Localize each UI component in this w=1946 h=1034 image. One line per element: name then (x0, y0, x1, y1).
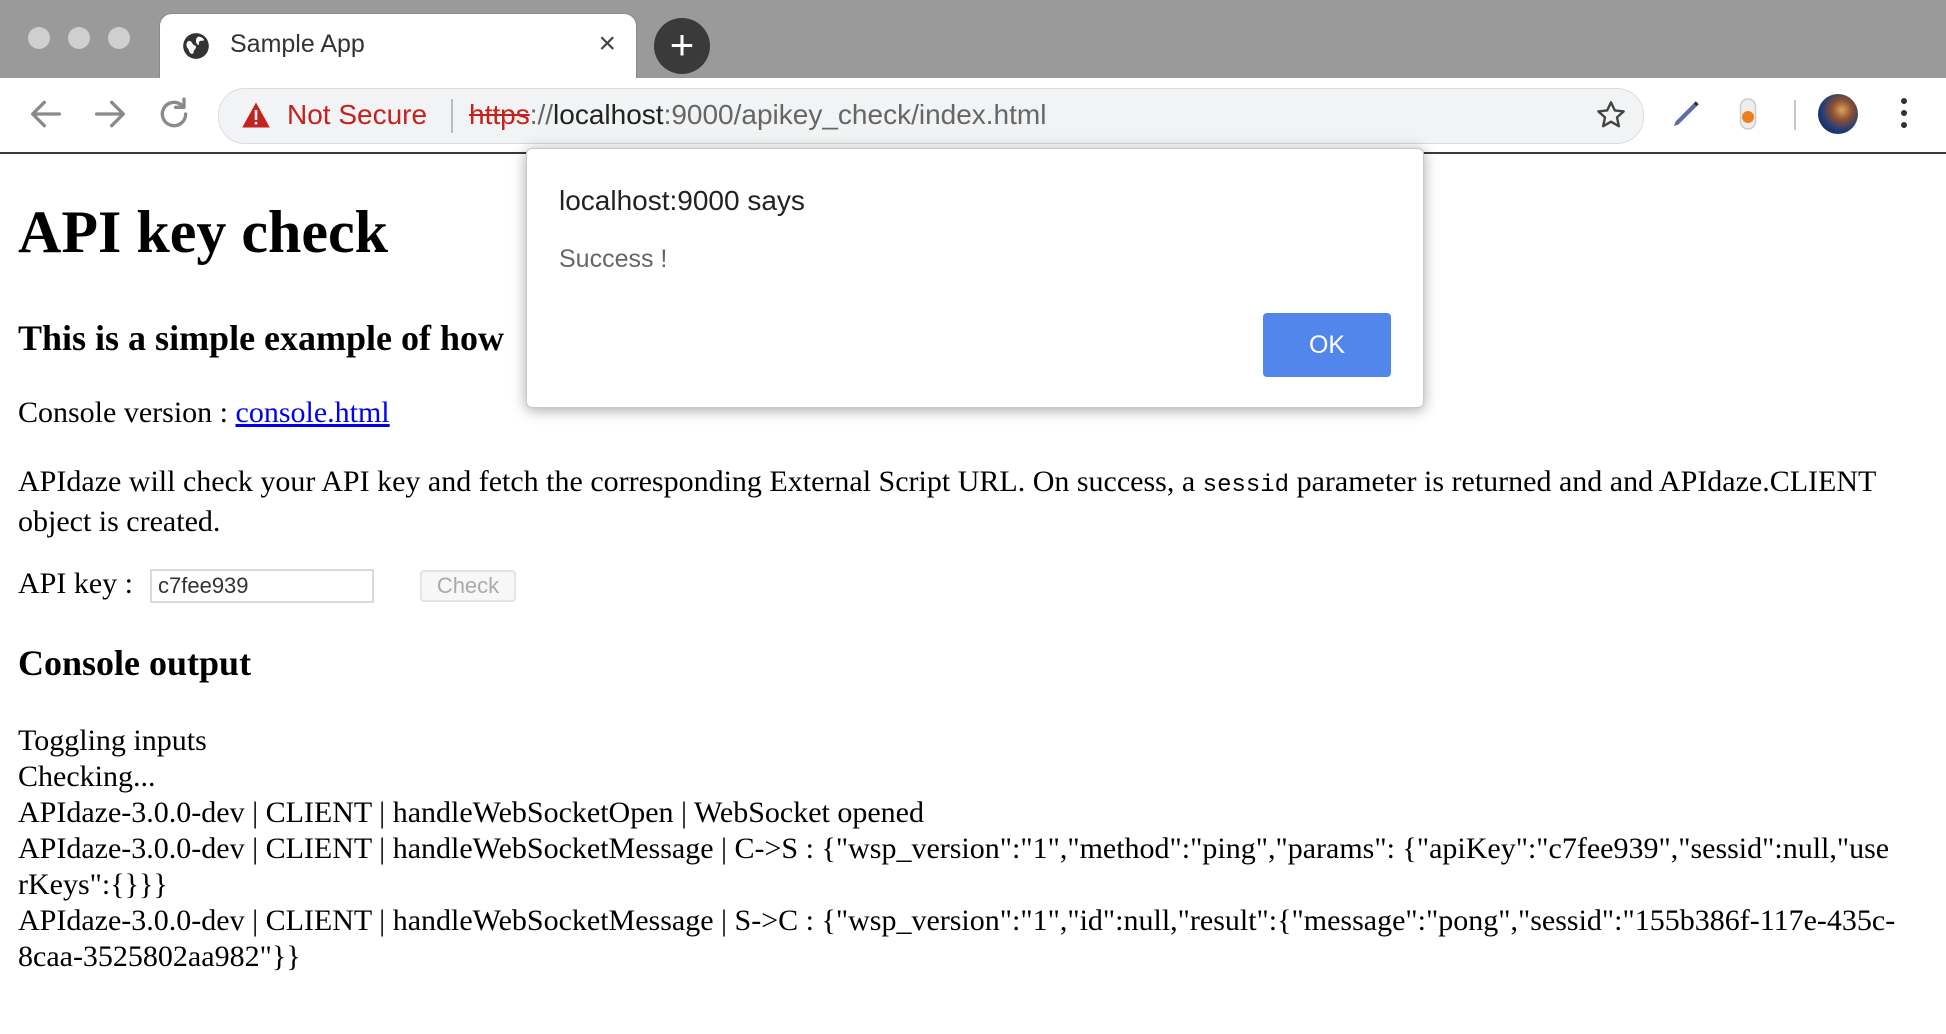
console-version-label: Console version : (18, 396, 236, 429)
tab-close-icon[interactable]: × (598, 27, 616, 61)
url-separator: :// (529, 99, 554, 130)
warning-icon (242, 102, 270, 128)
security-label[interactable]: Not Secure (287, 99, 427, 131)
console-log: Toggling inputs Checking... APIdaze-3.0.… (18, 723, 1898, 975)
dialog-message: Success ! (559, 245, 668, 273)
url-host: localhost (553, 99, 664, 130)
reload-icon[interactable] (154, 94, 194, 134)
globe-icon (183, 33, 209, 59)
check-button[interactable]: Check (420, 570, 516, 602)
address-bar[interactable]: Not Secure https://localhost:9000/apikey… (218, 88, 1644, 144)
toolbar-separator (1794, 100, 1796, 130)
console-link[interactable]: console.html (236, 396, 390, 429)
console-version-line: Console version : console.html (18, 396, 390, 430)
tab-title: Sample App (230, 30, 365, 58)
new-tab-button[interactable]: + (654, 18, 710, 74)
page-title: API key check (18, 199, 388, 265)
dialog-title: localhost:9000 says (559, 185, 805, 216)
profile-avatar[interactable] (1818, 94, 1858, 134)
log-line: APIdaze-3.0.0-dev | CLIENT | handleWebSo… (18, 832, 1890, 901)
pen-extension-icon[interactable] (1668, 96, 1704, 132)
menu-kebab-icon[interactable] (1898, 98, 1910, 134)
url-scheme: https (469, 99, 530, 130)
alert-dialog: localhost:9000 says Success ! OK (526, 148, 1424, 408)
close-window-button[interactable] (28, 27, 50, 49)
log-line: Checking... (18, 760, 156, 793)
url-text: https://localhost:9000/apikey_check/inde… (469, 99, 1046, 131)
ok-button[interactable]: OK (1263, 313, 1391, 377)
description: APIdaze will check your API key and fetc… (18, 464, 1878, 540)
maximize-window-button[interactable] (108, 27, 130, 49)
log-line: APIdaze-3.0.0-dev | CLIENT | handleWebSo… (18, 904, 1896, 973)
back-arrow-icon[interactable] (26, 94, 66, 134)
browser-toolbar: Not Secure https://localhost:9000/apikey… (0, 78, 1946, 154)
console-output-heading: Console output (18, 643, 252, 683)
api-key-input[interactable]: c7fee939 (150, 569, 374, 603)
page-subtitle: This is a simple example of how (18, 318, 505, 358)
log-line: APIdaze-3.0.0-dev | CLIENT | handleWebSo… (18, 796, 924, 829)
bookmark-star-icon[interactable] (1595, 99, 1627, 131)
description-text-1: APIdaze will check your API key and fetc… (18, 465, 1203, 498)
minimize-window-button[interactable] (68, 27, 90, 49)
api-key-label: API key : (18, 567, 133, 600)
forward-arrow-icon[interactable] (90, 94, 130, 134)
tab-strip: Sample App × + (0, 0, 1946, 78)
browser-tab[interactable]: Sample App × (160, 14, 636, 78)
description-code: sessid (1202, 472, 1290, 499)
url-path: :9000/apikey_check/index.html (663, 99, 1047, 130)
log-line: Toggling inputs (18, 724, 207, 757)
address-divider (451, 99, 453, 133)
extension-toggle-icon[interactable] (1730, 96, 1766, 132)
